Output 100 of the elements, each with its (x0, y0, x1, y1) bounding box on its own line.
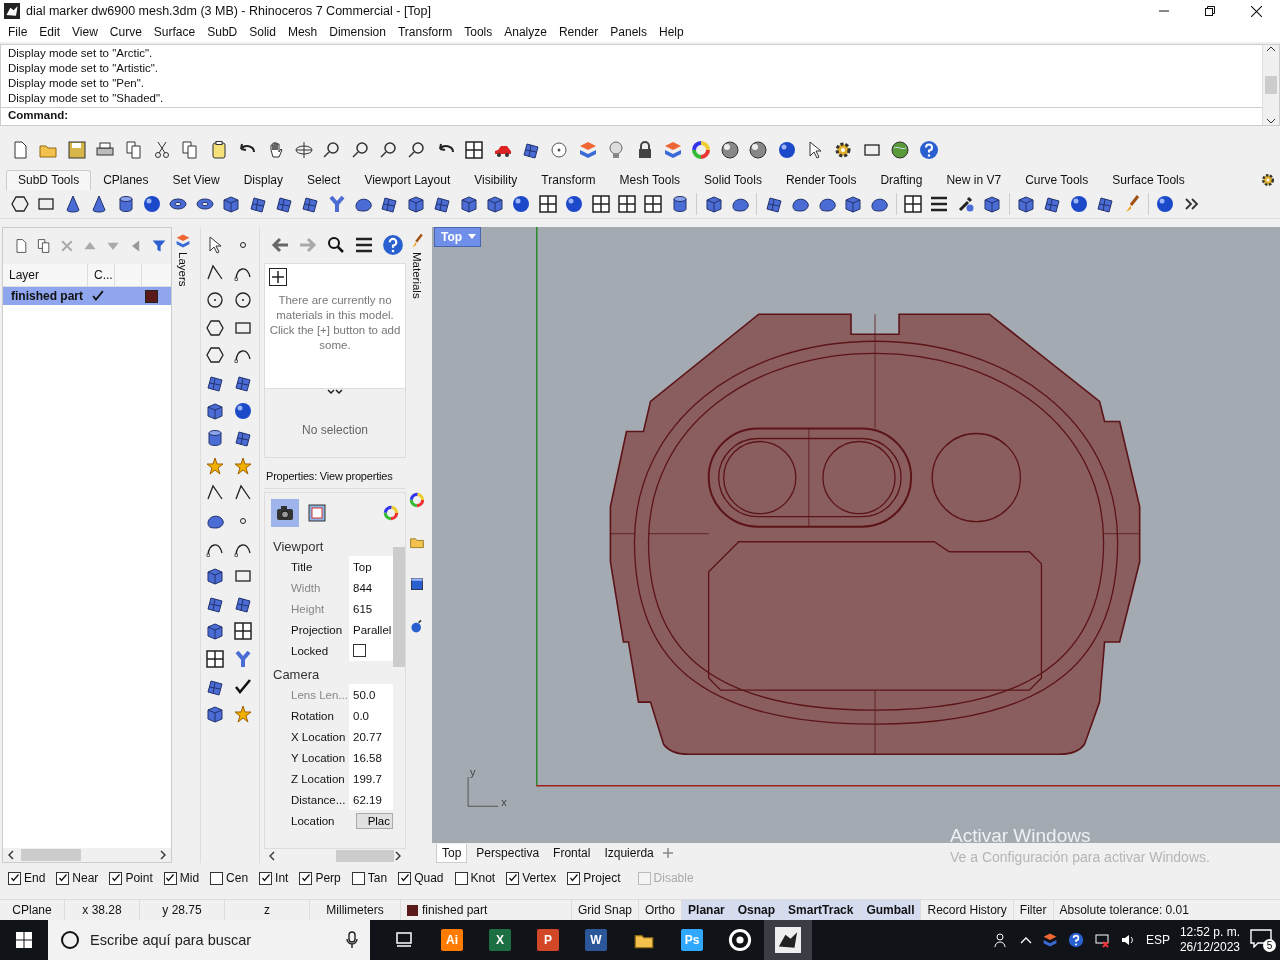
cube-icon[interactable] (703, 194, 724, 214)
crosshair-icon[interactable] (293, 140, 314, 160)
grid-icon[interactable] (205, 648, 225, 669)
toolbar-tab[interactable]: SubD Tools (6, 170, 92, 190)
toolbar-tab[interactable]: Display (231, 170, 295, 190)
toolbar-tab[interactable]: Select (295, 170, 353, 190)
patch-icon[interactable] (521, 140, 542, 160)
property-value[interactable]: 20.77 (349, 726, 393, 747)
floppy-icon[interactable] (66, 140, 87, 160)
horizontal-scrollbar[interactable] (3, 848, 171, 862)
layer-row[interactable]: finished part (3, 287, 171, 305)
ball-icon[interactable] (233, 400, 253, 421)
cube-icon[interactable] (205, 704, 225, 725)
viewport-tab[interactable]: Top (436, 843, 468, 863)
property-value[interactable]: Parallel (349, 619, 393, 640)
property-value[interactable]: 0.0 (349, 705, 393, 726)
column-header[interactable]: Layer (3, 264, 88, 286)
toolbar-tab[interactable]: Set View (160, 170, 232, 190)
checkbox[interactable] (163, 871, 177, 885)
toolbar-tab[interactable]: Render Tools (773, 170, 869, 190)
color-wheel-icon[interactable] (409, 491, 425, 508)
cube-icon[interactable] (205, 621, 225, 642)
patch-icon[interactable] (233, 428, 253, 449)
add-icon[interactable] (662, 848, 673, 858)
layer-color-swatch[interactable] (145, 289, 158, 303)
menu-item[interactable]: Analyze (498, 25, 553, 39)
close-icon[interactable] (1251, 5, 1262, 17)
cube-icon[interactable] (221, 194, 242, 214)
scroll-down-icon[interactable] (1266, 117, 1276, 125)
cylinder-icon[interactable] (205, 428, 225, 449)
ball-icon[interactable] (1155, 194, 1176, 214)
checkbox[interactable] (259, 871, 273, 885)
status-toggle[interactable]: SmartTrack (782, 900, 861, 920)
scroll-up-icon[interactable] (1266, 45, 1276, 53)
toolbar-tab[interactable]: Solid Tools (692, 170, 774, 190)
cube-icon[interactable] (485, 194, 506, 214)
help-icon[interactable] (1067, 932, 1084, 948)
sphere-icon[interactable] (719, 140, 740, 160)
magnifier-icon[interactable] (350, 140, 371, 160)
gear-icon[interactable] (1260, 172, 1276, 188)
cube-icon[interactable] (1016, 194, 1036, 214)
menu-item[interactable]: Transform (391, 25, 459, 39)
viewport-tab[interactable]: Izquierda (599, 844, 659, 862)
polygon-icon[interactable] (205, 317, 225, 338)
panel-tab[interactable]: Layers (177, 252, 189, 287)
checkbox[interactable] (109, 871, 123, 885)
checkbox[interactable] (56, 871, 70, 885)
layers-icon[interactable] (175, 233, 191, 249)
window-icon[interactable] (409, 575, 425, 592)
cube-icon[interactable] (405, 194, 426, 214)
ball-icon[interactable] (776, 140, 797, 160)
patch-icon[interactable] (763, 194, 784, 214)
patch-icon[interactable] (273, 194, 294, 214)
grid-icon[interactable] (643, 194, 664, 214)
current-layer[interactable]: finished part (422, 903, 488, 917)
patch-icon[interactable] (1095, 194, 1116, 214)
place-button[interactable]: Plac (356, 812, 393, 829)
toolbar-tab[interactable]: Visibility (462, 170, 530, 190)
ball-icon[interactable] (141, 194, 162, 214)
grid-icon[interactable] (590, 194, 611, 214)
plus-icon[interactable] (268, 267, 288, 287)
viewport-tab[interactable]: Frontal (548, 844, 596, 862)
sphere-icon[interactable] (748, 140, 769, 160)
menu-icon[interactable] (354, 235, 374, 255)
property-value[interactable]: 199.7 (349, 768, 393, 789)
toolbar-tab[interactable]: Mesh Tools (607, 170, 693, 190)
menu-item[interactable]: View (66, 25, 104, 39)
app-icon[interactable]: P (537, 929, 559, 951)
grid-icon[interactable] (464, 140, 485, 160)
toolbar-tab[interactable]: Viewport Layout (352, 170, 463, 190)
grid-icon[interactable] (617, 194, 637, 214)
star-icon[interactable] (233, 455, 253, 476)
checkbox[interactable] (353, 644, 366, 657)
status-toggle[interactable]: Gumball (860, 900, 922, 920)
layers-icon[interactable] (663, 140, 683, 160)
property-value[interactable]: 16.58 (349, 747, 393, 768)
grid-icon[interactable] (537, 194, 558, 214)
ball-icon[interactable] (564, 194, 585, 214)
toolbar-tab[interactable]: CPlanes (91, 170, 161, 190)
grid-icon[interactable] (233, 621, 253, 642)
menu-item[interactable]: Dimension (323, 25, 392, 39)
circle-icon[interactable] (233, 290, 253, 311)
toolbar-tab[interactable]: Curve Tools (1013, 170, 1101, 190)
target-icon[interactable] (549, 140, 570, 160)
globe-icon[interactable] (890, 140, 911, 160)
restore-icon[interactable] (1205, 5, 1215, 16)
checkbox[interactable] (8, 871, 21, 885)
arrow-left-icon[interactable] (270, 235, 290, 255)
circle-icon[interactable] (205, 290, 225, 311)
menu-item[interactable]: SubD (201, 25, 244, 39)
patch-icon[interactable] (247, 194, 268, 214)
scroll-thumb[interactable] (1265, 76, 1277, 94)
color-wheel-icon[interactable] (383, 505, 399, 521)
color-wheel-icon[interactable] (691, 140, 712, 160)
menu-item[interactable]: Curve (103, 25, 148, 39)
toolbar-tab[interactable]: New in V7 (934, 170, 1014, 190)
checkbox[interactable] (351, 871, 365, 885)
copy-icon[interactable] (36, 238, 52, 254)
app-icon[interactable]: X (489, 929, 511, 951)
ball-icon[interactable] (1068, 194, 1089, 214)
